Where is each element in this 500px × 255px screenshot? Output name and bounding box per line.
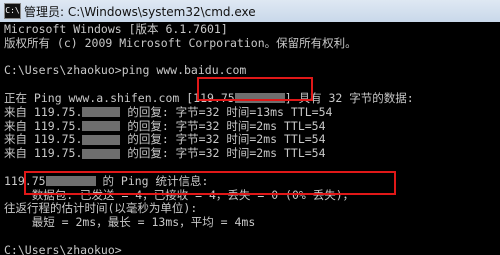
- redacted-ip: [82, 107, 121, 118]
- redacted-ip: [234, 93, 285, 104]
- stats-label: 的 Ping 统计信息:: [95, 173, 209, 188]
- reply-ip: 来自 119.75.: [4, 146, 83, 161]
- rtt-title: 往返行程的估计时间(以毫秒为单位):: [4, 201, 198, 216]
- reply-ip: 来自 119.75.: [4, 104, 83, 119]
- redacted-ip: [82, 134, 121, 145]
- reply-line: 来自 119.75. 的回复: 字节=32 时间=2ms TTL=54: [4, 118, 500, 134]
- reply-detail: 的回复: 字节=32 时间=2ms TTL=54: [120, 118, 326, 133]
- stats-ip: 119.75: [4, 173, 46, 188]
- ping-size: ] 具有 32 字节的数据:: [284, 90, 414, 105]
- reply-line: 来自 119.75. 的回复: 字节=32 时间=2ms TTL=54: [4, 132, 500, 147]
- redacted-ip: [82, 121, 121, 132]
- console-line: 正在 Ping www.a.shifen.com [119.75 ] 具有 32 …: [4, 90, 500, 106]
- packet-stats: 数据包: 已发送 = 4，已接收 = 4，丢失 = 0 (0% 丢失)，: [4, 187, 355, 202]
- reply-detail: 的回复: 字节=32 时间=2ms TTL=54: [120, 132, 326, 147]
- console-line: Microsoft Windows [版本 6.1.7601]: [4, 22, 228, 36]
- console-output[interactable]: Microsoft Windows [版本 6.1.7601] 版权所有 (c)…: [0, 22, 500, 255]
- reply-ip: 来自 119.75.: [4, 132, 83, 147]
- reply-line: 来自 119.75. 的回复: 字节=32 时间=2ms TTL=54: [4, 146, 500, 161]
- console-line: C:\Users\zhaokuo>ping www.baidu.com: [4, 63, 247, 78]
- console-line: 版权所有 (c) 2009 Microsoft Corporation。保留所有…: [4, 35, 357, 50]
- cmd-icon: C:\: [4, 3, 21, 19]
- ping-target: 正在 Ping www.a.shifen.com [119.75: [4, 90, 235, 105]
- redacted-ip: [45, 176, 96, 187]
- rtt-values: 最短 = 2ms，最长 = 13ms，平均 = 4ms: [4, 215, 256, 230]
- reply-line: 来自 119.75. 的回复: 字节=32 时间=13ms TTL=54: [4, 104, 500, 120]
- reply-detail: 的回复: 字节=32 时间=13ms TTL=54: [120, 104, 333, 119]
- reply-detail: 的回复: 字节=32 时间=2ms TTL=54: [120, 146, 326, 161]
- title-bar: C:\ 管理员: C:\Windows\system32\cmd.exe: [0, 0, 500, 23]
- redacted-ip: [82, 148, 121, 159]
- window-title: 管理员: C:\Windows\system32\cmd.exe: [24, 5, 256, 19]
- reply-ip: 来自 119.75.: [4, 118, 83, 133]
- stats-title: 119.75 的 Ping 统计信息:: [4, 173, 500, 189]
- command-prompt[interactable]: C:\Users\zhaokuo>: [4, 243, 500, 255]
